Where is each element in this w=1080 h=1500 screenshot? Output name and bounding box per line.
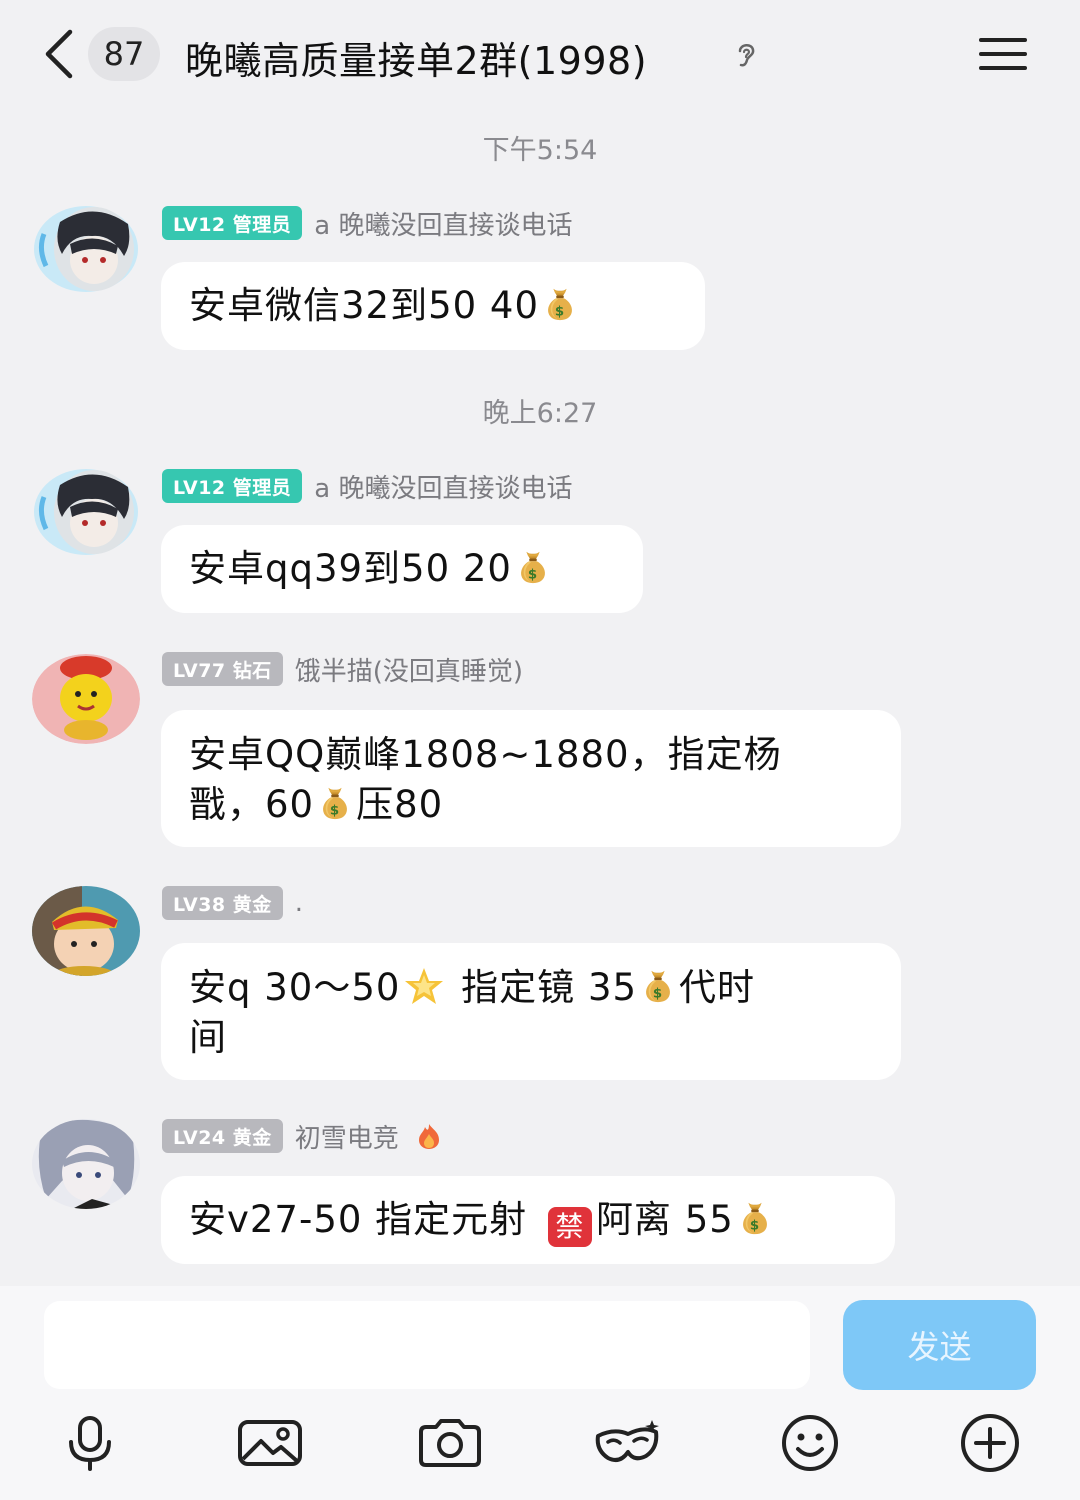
message-text: 安q 30～50 (189, 966, 401, 1009)
unread-count-badge[interactable]: 87 (88, 27, 160, 81)
message-text: 戬，60 (189, 783, 315, 826)
message-meta: LV77 钻石 饿半描(没回真睡觉) (162, 651, 523, 688)
message-bubble[interactable]: 安v27-50 指定元射 禁阿离 55 (161, 1176, 895, 1264)
message-bubble[interactable]: 安卓微信32到50 40 (161, 262, 705, 350)
message-meta: LV12 管理员 a 晚曦没回直接谈电话 (162, 205, 572, 242)
money-bag-icon (736, 1199, 774, 1237)
send-button[interactable]: 发送 (843, 1300, 1036, 1390)
message-text: 安卓qq39到50 20 (189, 547, 512, 590)
sparkle-star-icon (405, 968, 444, 1004)
level-badge: LV24 黄金 (162, 1119, 283, 1153)
message-meta: LV38 黄金 . (162, 886, 303, 920)
back-button[interactable] (30, 26, 86, 82)
message-text: 安卓微信32到50 40 (189, 284, 540, 327)
menu-icon-line (979, 66, 1027, 70)
voice-button[interactable] (55, 1410, 125, 1476)
menu-icon-line (979, 52, 1027, 56)
message-meta: LV24 黄金 初雪电竞 (162, 1118, 443, 1155)
message-text-line: 安卓QQ巅峰1808~1880，指定杨 (189, 733, 782, 776)
prohibited-icon: 禁 (547, 1207, 592, 1247)
more-button[interactable] (955, 1410, 1025, 1476)
menu-button[interactable] (975, 32, 1033, 76)
money-bag-icon (639, 967, 677, 1005)
timestamp: 下午5:54 (482, 135, 598, 166)
avatar[interactable] (32, 1119, 140, 1209)
message-text: 阿离 55 (595, 1198, 734, 1241)
plus-icon (961, 1414, 1019, 1472)
message-text: 代时 (679, 966, 756, 1009)
sender-name[interactable]: a 晚曦没回直接谈电话 (314, 205, 572, 242)
level-badge: LV12 管理员 (162, 469, 303, 503)
mask-icon (595, 1420, 659, 1462)
sender-name[interactable]: 饿半描(没回真睡觉) (295, 651, 523, 688)
message-text: 安v27-50 指定元射 (189, 1198, 540, 1241)
message-bubble[interactable]: 安卓QQ巅峰1808~1880，指定杨 戬，60 压80 (161, 710, 901, 847)
sender-name[interactable]: a 晚曦没回直接谈电话 (314, 468, 572, 505)
message-text: 压80 (356, 783, 444, 826)
avatar[interactable] (32, 204, 140, 294)
emoji-icon (782, 1415, 838, 1471)
level-badge: LV38 黄金 (162, 886, 283, 920)
sender-name[interactable]: . (295, 888, 303, 918)
image-icon (238, 1420, 302, 1466)
chat-header: 87 晚曦高质量接单2群(1998) (0, 0, 1080, 110)
message-meta: LV12 管理员 a 晚曦没回直接谈电话 (162, 468, 572, 505)
money-bag-icon (514, 548, 552, 586)
message-text-line: 间 (189, 1016, 227, 1059)
avatar[interactable] (32, 467, 140, 557)
flame-icon (418, 1124, 439, 1149)
mask-button[interactable] (593, 1410, 663, 1476)
avatar[interactable] (32, 886, 140, 976)
level-badge: LV12 管理员 (162, 206, 303, 240)
microphone-icon (69, 1416, 111, 1471)
message-input[interactable] (44, 1301, 810, 1389)
sender-name[interactable]: 初雪电竞 (295, 1118, 399, 1155)
timestamp: 晚上6:27 (482, 398, 598, 429)
message-bubble[interactable]: 安卓qq39到50 20 (161, 525, 643, 613)
message-text-line: 安q 30～50 指定镜 35 代时 (189, 963, 873, 1013)
camera-button[interactable] (415, 1410, 485, 1476)
input-area: 发送 (0, 1286, 1080, 1500)
money-bag-icon (316, 784, 354, 822)
image-button[interactable] (235, 1410, 305, 1476)
message-text: 指定镜 35 (448, 966, 638, 1009)
question-ear-icon[interactable] (730, 38, 762, 70)
group-title: 晚曦高质量接单2群(1998) (185, 39, 648, 83)
menu-icon (979, 38, 1027, 42)
message-bubble[interactable]: 安q 30～50 指定镜 35 代时 间 (161, 943, 901, 1080)
level-badge: LV77 钻石 (162, 652, 283, 686)
money-bag-icon (541, 285, 579, 323)
avatar[interactable] (32, 654, 140, 744)
back-icon (45, 29, 73, 79)
message-text-line: 戬，60 压80 (189, 780, 873, 830)
emoji-button[interactable] (775, 1410, 845, 1476)
camera-icon (419, 1419, 481, 1467)
